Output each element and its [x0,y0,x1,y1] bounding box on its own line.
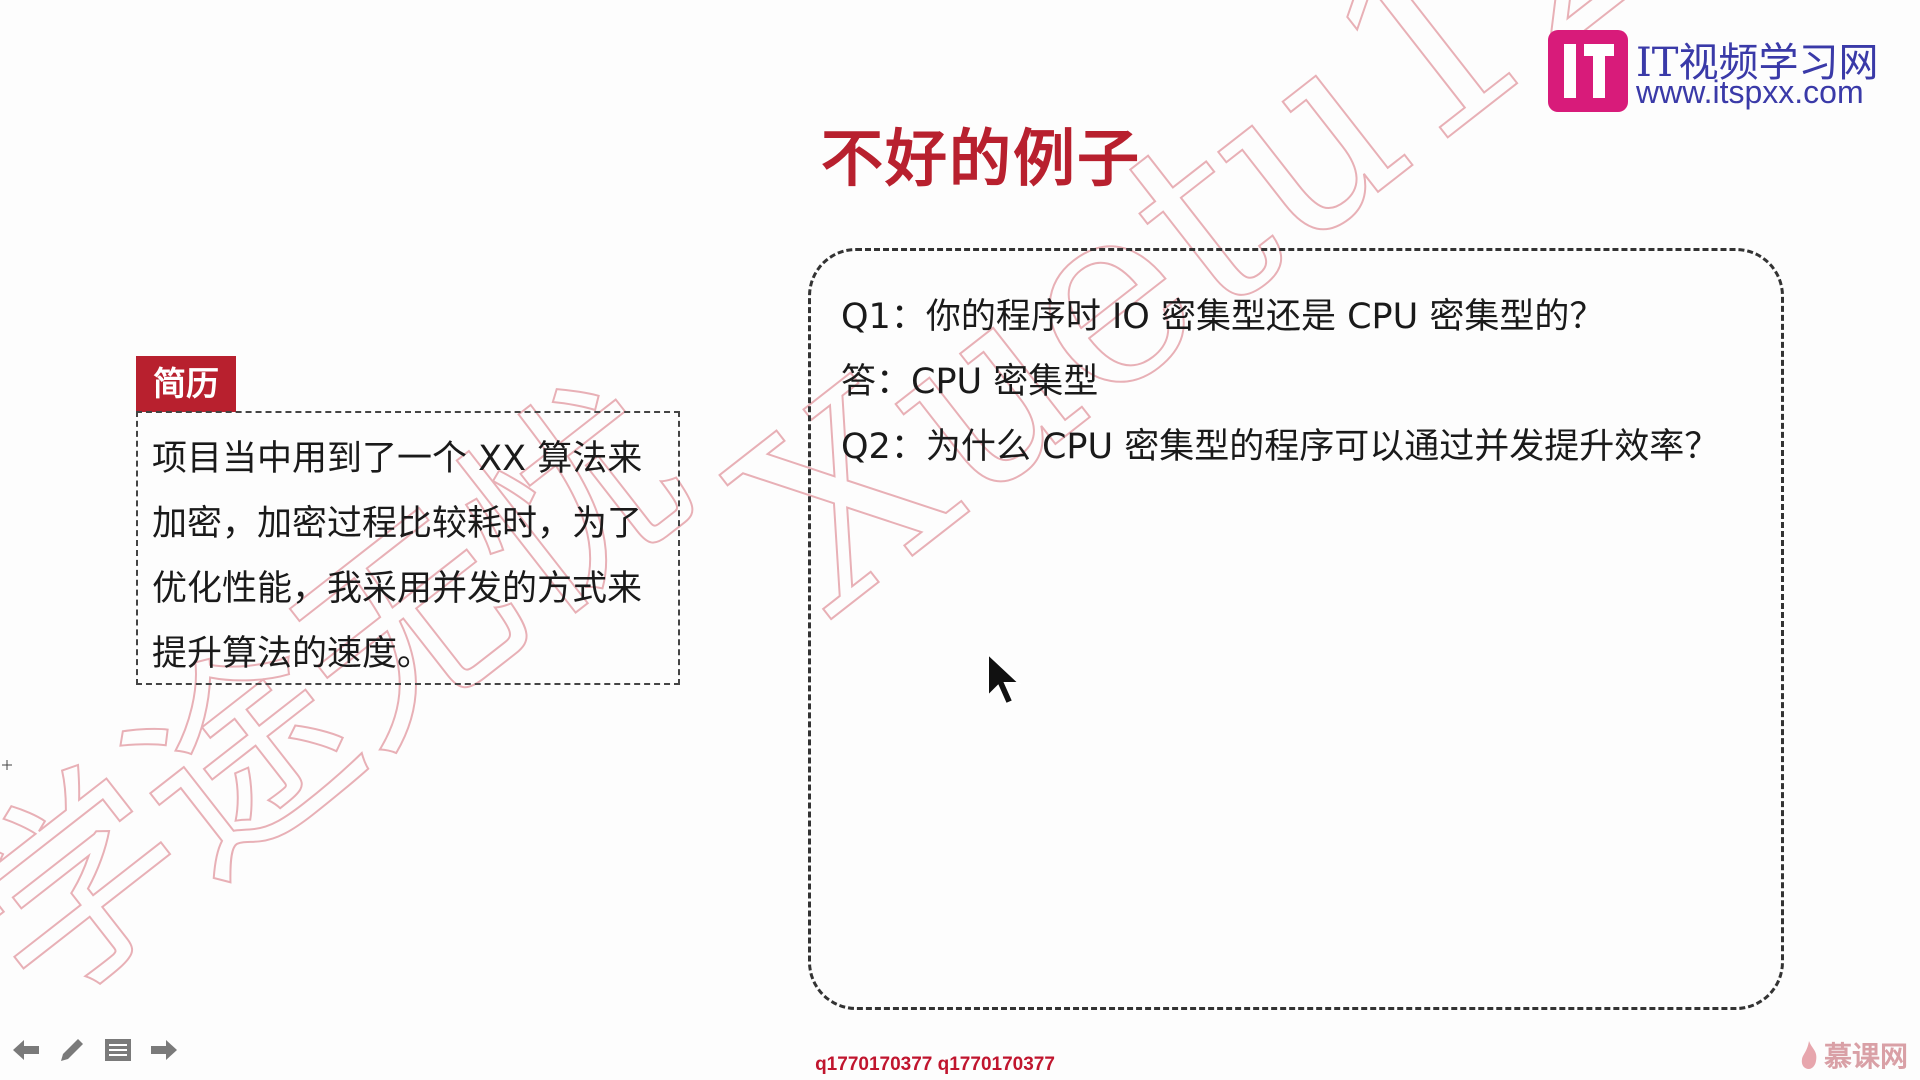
resize-handle-icon [2,760,12,770]
slide-title-text: 不好的例子 [820,122,1141,195]
resume-line: 优化性能，我采用并发的方式来 [152,569,643,609]
resume-line: 提升算法的速度。 [152,634,433,674]
cursor-arrow-icon [987,652,1022,706]
slide: 学途无忧 Xuetu123.com 不好的例子 IT视频学习网 www.itsp… [0,0,1920,1080]
footer-qq-text: q1770170377 q1770170377 [815,1054,1055,1075]
resume-line: 加密，加密过程比较耗时，为了 [152,504,643,544]
mooc-logo-text: 慕课网 [1823,1040,1908,1073]
resume-text: 项目当中用到了一个 XX 算法来 加密，加密过程比较耗时，为了 优化性能，我采用… [152,427,668,687]
qa-question-2: Q2：为什么 CPU 密集型的程序可以通过并发提升效率？ [841,427,1720,467]
resume-box: 项目当中用到了一个 XX 算法来 加密，加密过程比较耗时，为了 优化性能，我采用… [136,411,680,685]
qa-answer-1: 答：CPU 密集型 [841,362,1099,402]
qa-question-1: Q1：你的程序时 IO 密集型还是 CPU 密集型的？ [841,297,1605,337]
site-logo: IT视频学习网 www.itspxx.com [1548,30,1912,114]
logo-mark-icon [1548,30,1628,112]
qa-box: Q1：你的程序时 IO 密集型还是 CPU 密集型的？ 答：CPU 密集型 Q2… [808,248,1784,1010]
mooc-logo: 慕课网 [1798,1038,1908,1073]
slide-title: 不好的例子 [0,108,1920,198]
resume-line: 项目当中用到了一个 XX 算法来 [152,439,643,479]
flame-icon [1801,1041,1817,1069]
logo-url: www.itspxx.com [1636,74,1864,110]
resume-tag: 简历 [136,356,236,412]
